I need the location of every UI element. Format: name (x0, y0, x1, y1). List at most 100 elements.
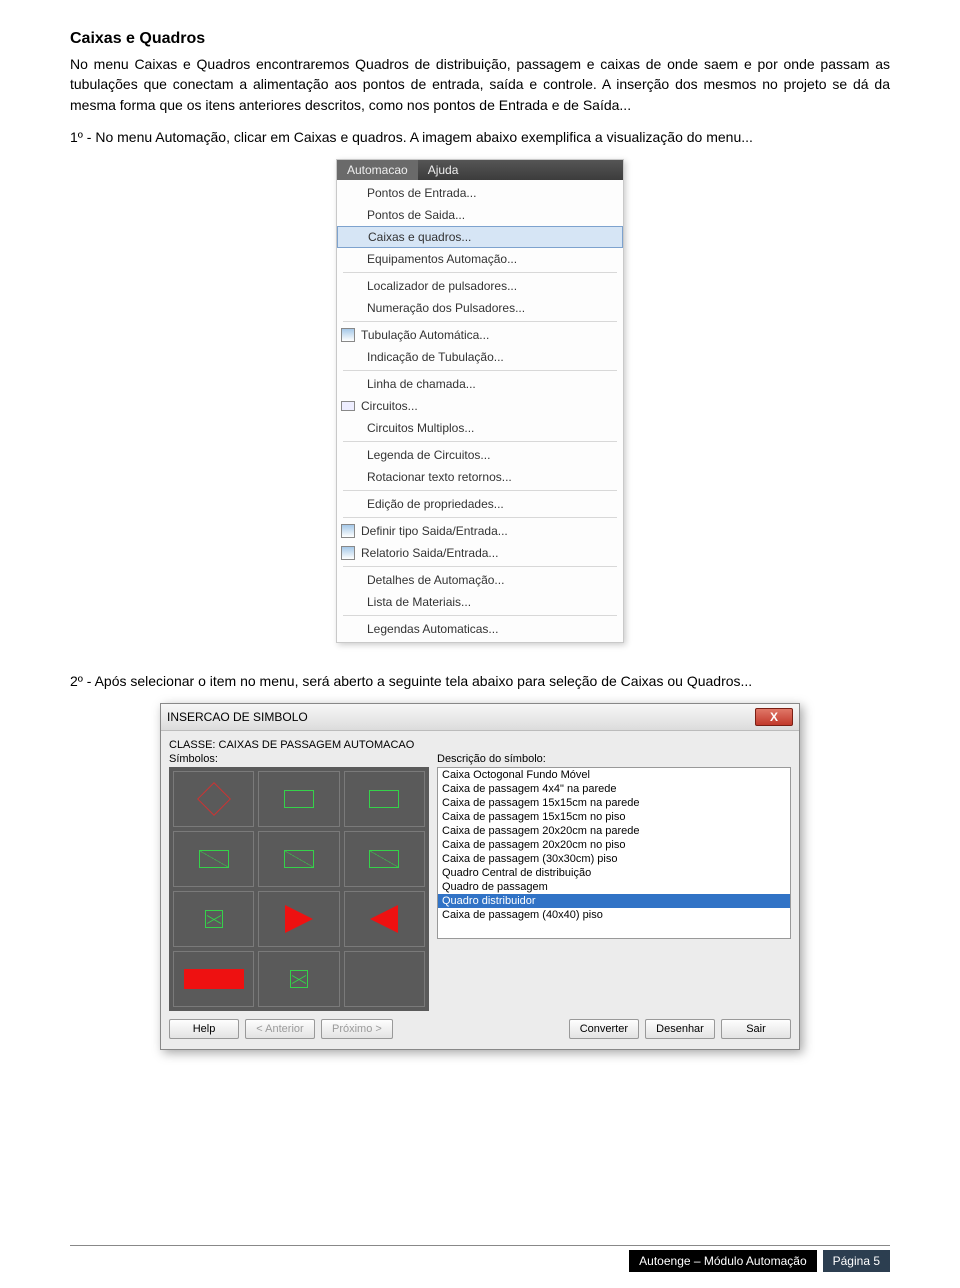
desc-list-item[interactable]: Quadro Central de distribuição (438, 866, 790, 880)
menu-item-label: Equipamentos Automação... (367, 252, 615, 266)
menu-item-label: Indicação de Tubulação... (367, 350, 615, 364)
menu-item[interactable]: Legendas Automaticas... (337, 618, 623, 640)
menu-separator (343, 321, 617, 322)
desc-list-item[interactable]: Caixa de passagem 15x15cm no piso (438, 810, 790, 824)
dialog-titlebar: INSERCAO DE SIMBOLO X (161, 704, 799, 731)
menu-separator (343, 441, 617, 442)
desc-list-item[interactable]: Caixa de passagem (40x40) piso (438, 908, 790, 922)
symbol-diag-3[interactable] (344, 831, 425, 887)
menu-tab-automacao[interactable]: Automacao (337, 160, 418, 180)
desc-label: Descrição do símbolo: (437, 753, 791, 765)
section-title: Caixas e Quadros (70, 30, 890, 48)
menu-item-label: Circuitos Multiplos... (367, 421, 615, 435)
desc-list-item[interactable]: Quadro de passagem (438, 880, 790, 894)
menu-item-label: Lista de Materiais... (367, 595, 615, 609)
footer-product: Autoenge – Módulo Automação (629, 1250, 816, 1272)
menu-item-label: Circuitos... (361, 399, 615, 413)
menu-item[interactable]: Linha de chamada... (337, 373, 623, 395)
next-button[interactable]: Próximo > (321, 1019, 393, 1039)
menu-item[interactable]: Equipamentos Automação... (337, 248, 623, 270)
menu-item[interactable]: Tubulação Automática... (337, 324, 623, 346)
symbol-tri-right[interactable] (344, 891, 425, 947)
symbol-octagon[interactable] (173, 771, 254, 827)
circ-icon (341, 401, 355, 411)
menu-item[interactable]: Pontos de Saida... (337, 204, 623, 226)
menu-item-label: Numeração dos Pulsadores... (367, 301, 615, 315)
page-footer: Autoenge – Módulo Automação Página 5 (70, 1245, 890, 1272)
menu-item[interactable]: Numeração dos Pulsadores... (337, 297, 623, 319)
menu-item[interactable]: Relatorio Saida/Entrada... (337, 542, 623, 564)
convert-button[interactable]: Converter (569, 1019, 639, 1039)
menu-separator (343, 615, 617, 616)
menu-item[interactable]: Definir tipo Saida/Entrada... (337, 520, 623, 542)
symbol-sqx-1[interactable] (173, 891, 254, 947)
menu-item[interactable]: Legenda de Circuitos... (337, 444, 623, 466)
menu-item-label: Caixas e quadros... (368, 230, 614, 244)
menu-item-label: Detalhes de Automação... (367, 573, 615, 587)
class-label: CLASSE: CAIXAS DE PASSAGEM AUTOMACAO (169, 739, 791, 751)
menu-item[interactable]: Circuitos... (337, 395, 623, 417)
menu-item[interactable]: Pontos de Entrada... (337, 182, 623, 204)
menu-separator (343, 370, 617, 371)
menu-separator (343, 490, 617, 491)
symbols-grid (169, 767, 429, 1011)
menu-item-label: Legenda de Circuitos... (367, 448, 615, 462)
draw-button[interactable]: Desenhar (645, 1019, 715, 1039)
menu-item[interactable]: Indicação de Tubulação... (337, 346, 623, 368)
menu-tab-bar: Automacao Ajuda (337, 160, 623, 180)
menu-item[interactable]: Rotacionar texto retornos... (337, 466, 623, 488)
symbol-redrect[interactable] (173, 951, 254, 1007)
menu-item[interactable]: Localizador de pulsadores... (337, 275, 623, 297)
menu-item-label: Rotacionar texto retornos... (367, 470, 615, 484)
desc-list-item[interactable]: Quadro distribuidor (438, 894, 790, 908)
menu-item[interactable]: Circuitos Multiplos... (337, 417, 623, 439)
prev-button[interactable]: < Anterior (245, 1019, 315, 1039)
menu-item-label: Pontos de Saida... (367, 208, 615, 222)
exit-button[interactable]: Sair (721, 1019, 791, 1039)
ed-icon (341, 524, 355, 538)
step-2-text: 2º - Após selecionar o item no menu, ser… (70, 671, 890, 691)
symbol-rect-2[interactable] (344, 771, 425, 827)
menu-separator (343, 566, 617, 567)
dialog-insercao-simbolo: INSERCAO DE SIMBOLO X CLASSE: CAIXAS DE … (160, 703, 800, 1050)
desc-listbox[interactable]: Caixa Octogonal Fundo MóvelCaixa de pass… (437, 767, 791, 939)
ed-icon (341, 328, 355, 342)
menu-item-label: Definir tipo Saida/Entrada... (361, 524, 615, 538)
menu-item-label: Relatorio Saida/Entrada... (361, 546, 615, 560)
desc-list-item[interactable]: Caixa Octogonal Fundo Móvel (438, 768, 790, 782)
simbolos-label: Símbolos: (169, 753, 429, 765)
menu-item[interactable]: Lista de Materiais... (337, 591, 623, 613)
menu-tab-ajuda[interactable]: Ajuda (418, 160, 469, 180)
symbol-tri-left[interactable] (258, 891, 339, 947)
symbol-rect-1[interactable] (258, 771, 339, 827)
symbol-diag-2[interactable] (258, 831, 339, 887)
footer-page: Página 5 (823, 1250, 890, 1272)
symbol-diag-1[interactable] (173, 831, 254, 887)
menu-item-label: Legendas Automaticas... (367, 622, 615, 636)
menu-item-label: Linha de chamada... (367, 377, 615, 391)
menu-items-list: Pontos de Entrada... Pontos de Saida... Ca… (337, 180, 623, 642)
desc-list-item[interactable]: Caixa de passagem 20x20cm no piso (438, 838, 790, 852)
symbol-empty (344, 951, 425, 1007)
menu-item-label: Edição de propriedades... (367, 497, 615, 511)
symbol-sqx-2[interactable] (258, 951, 339, 1007)
menu-separator (343, 272, 617, 273)
close-icon[interactable]: X (755, 708, 793, 726)
menu-item-label: Localizador de pulsadores... (367, 279, 615, 293)
help-button[interactable]: Help (169, 1019, 239, 1039)
desc-list-item[interactable]: Caixa de passagem 20x20cm na parede (438, 824, 790, 838)
step-1-text: 1º - No menu Automação, clicar em Caixas… (70, 127, 890, 147)
desc-list-item[interactable]: Caixa de passagem 15x15cm na parede (438, 796, 790, 810)
menu-item-label: Pontos de Entrada... (367, 186, 615, 200)
menu-item[interactable]: Detalhes de Automação... (337, 569, 623, 591)
ed-icon (341, 546, 355, 560)
menu-separator (343, 517, 617, 518)
dialog-title: INSERCAO DE SIMBOLO (167, 710, 308, 724)
desc-list-item[interactable]: Caixa de passagem 4x4" na parede (438, 782, 790, 796)
menu-screenshot: Automacao Ajuda Pontos de Entrada...Pont… (336, 159, 624, 643)
desc-list-item[interactable]: Caixa de passagem (30x30cm) piso (438, 852, 790, 866)
menu-item[interactable]: Caixas e quadros... (337, 226, 623, 248)
menu-item[interactable]: Edição de propriedades... (337, 493, 623, 515)
intro-paragraph: No menu Caixas e Quadros encontraremos Q… (70, 54, 890, 115)
menu-item-label: Tubulação Automática... (361, 328, 615, 342)
